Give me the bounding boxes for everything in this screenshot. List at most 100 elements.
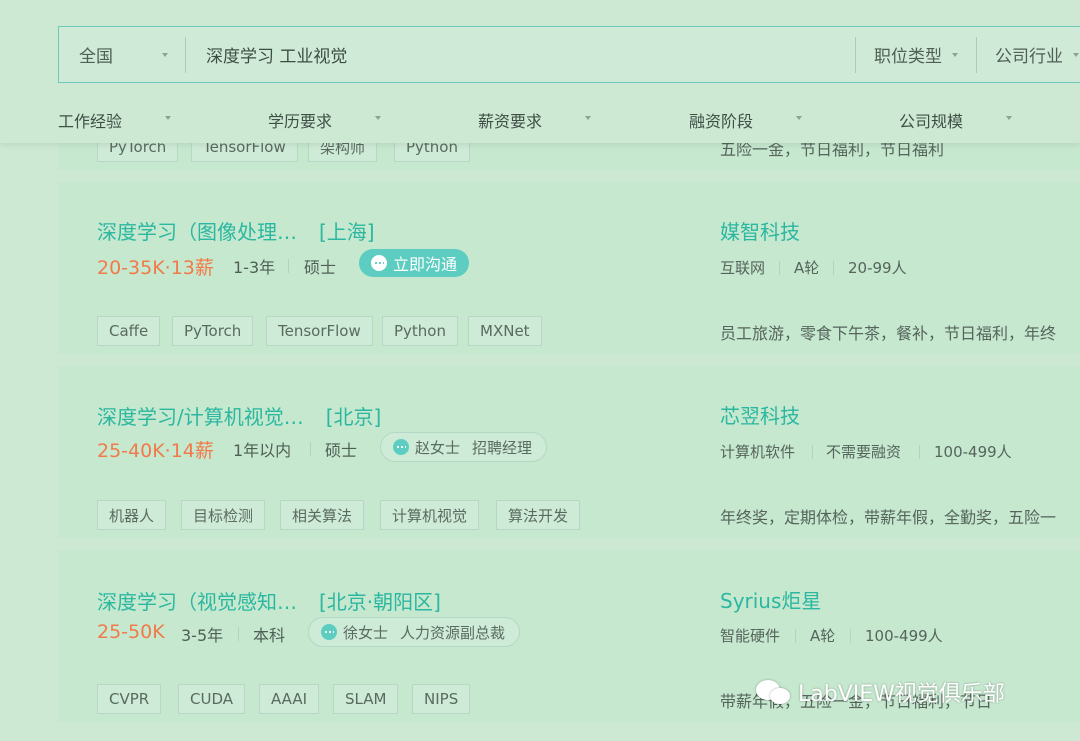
skill-tag[interactable]: AAAI: [259, 684, 320, 714]
skill-tag[interactable]: 算法开发: [496, 500, 581, 530]
meta-separator: [833, 261, 834, 275]
meta-separator: [779, 261, 780, 275]
job-education: 硕士: [325, 441, 358, 460]
company-industry: 计算机软件: [720, 443, 796, 461]
company-benefits: 员工旅游，零食下午茶，餐补，节日福利，年终: [720, 324, 1057, 343]
filter-education[interactable]: 学历要求: [268, 108, 381, 132]
recruiter-contact[interactable]: 徐女士 人力资源副总裁: [308, 617, 521, 647]
chat-bubble-icon: [371, 255, 387, 271]
recruiter-name: 赵女士: [415, 438, 461, 457]
recruiter-role: 招聘经理: [472, 438, 533, 457]
recruiter-contact[interactable]: 赵女士 招聘经理: [380, 432, 548, 462]
meta-separator: [919, 445, 920, 459]
company-funding: A轮: [810, 627, 836, 645]
job-education: 本科: [253, 626, 286, 645]
skill-tag[interactable]: PyTorch: [172, 316, 254, 346]
job-experience: 3-5年: [181, 626, 224, 645]
chat-now-label: 立即沟通: [393, 255, 458, 274]
job-title[interactable]: 深度学习（视觉感知…: [97, 590, 297, 614]
filter-label: 融资阶段: [689, 112, 754, 131]
skill-tag[interactable]: NIPS: [412, 684, 471, 714]
job-salary: 25-40K·14薪: [97, 440, 214, 462]
company-size: 100-499人: [865, 627, 943, 645]
company-funding: 不需要融资: [826, 443, 902, 461]
job-salary: 25-50K: [97, 621, 165, 643]
company-name[interactable]: Syrius炬星: [720, 585, 821, 614]
job-title[interactable]: 深度学习（图像处理…: [97, 220, 297, 244]
skill-tag[interactable]: 相关算法: [280, 500, 365, 530]
job-location: [上海]: [319, 220, 375, 244]
search-bar: 全国 深度学习 工业视觉 职位类型 公司行业: [58, 26, 1080, 83]
recruiter-role: 人力资源副总裁: [400, 623, 506, 642]
search-input[interactable]: 深度学习 工业视觉: [186, 42, 855, 67]
company-benefits: 年终奖，定期体检，带薪年假，全勤奖，五险一: [720, 508, 1057, 527]
company-industry: 智能硬件: [720, 627, 781, 645]
meta-separator: [795, 629, 796, 643]
filter-label: 学历要求: [268, 112, 333, 131]
skill-tag[interactable]: CUDA: [178, 684, 246, 714]
job-title-link[interactable]: 深度学习/计算机视觉… [北京]: [97, 401, 381, 430]
job-title-link[interactable]: 深度学习（图像处理… [上海]: [97, 216, 375, 245]
recruiter-name: 徐女士: [343, 623, 389, 642]
job-location: [北京·朝阳区]: [319, 590, 441, 614]
chat-bubble-icon: [393, 439, 409, 455]
filter-funding[interactable]: 融资阶段: [689, 108, 802, 132]
watermark: LabVIEW视觉俱乐部: [756, 676, 1005, 708]
company-size: 100-499人: [934, 443, 1012, 461]
filter-salary[interactable]: 薪资要求: [478, 108, 591, 132]
skill-tag[interactable]: Python: [382, 316, 458, 346]
job-experience: 1年以内: [233, 441, 292, 460]
wechat-icon: [756, 678, 792, 706]
company-name[interactable]: 芯翌科技: [720, 400, 800, 429]
skill-tag[interactable]: 目标检测: [181, 500, 266, 530]
filter-experience[interactable]: 工作经验: [58, 108, 171, 132]
chevron-down-icon: [165, 116, 171, 120]
skill-tag[interactable]: TensorFlow: [266, 316, 373, 346]
chevron-down-icon: [162, 53, 168, 57]
company-size: 20-99人: [848, 259, 907, 277]
meta-separator: [310, 442, 311, 456]
skill-tag[interactable]: SLAM: [333, 684, 399, 714]
skill-tag[interactable]: 计算机视觉: [380, 500, 480, 530]
job-card[interactable]: 深度学习（图像处理… [上海] 20-35K·13薪 1-3年 硕士 立即沟通 媒…: [58, 182, 1080, 354]
meta-separator: [850, 629, 851, 643]
chevron-down-icon: [952, 52, 958, 57]
skill-tag[interactable]: 机器人: [97, 500, 167, 530]
chevron-down-icon: [375, 116, 381, 120]
job-experience: 1-3年: [233, 258, 276, 277]
skill-tag[interactable]: MXNet: [468, 316, 542, 346]
job-salary: 20-35K·13薪: [97, 257, 214, 279]
industry-label: 公司行业: [995, 47, 1063, 67]
meta-separator: [288, 259, 289, 273]
chevron-down-icon: [1006, 116, 1012, 120]
chevron-down-icon: [1073, 52, 1079, 57]
city-selector[interactable]: 全国: [59, 27, 185, 82]
city-label: 全国: [79, 47, 113, 67]
filter-label: 薪资要求: [478, 112, 543, 131]
skill-tag[interactable]: CVPR: [97, 684, 162, 714]
filter-label: 公司规模: [899, 112, 964, 131]
chat-bubble-icon: [321, 624, 337, 640]
meta-separator: [238, 627, 239, 641]
company-industry: 互联网: [720, 259, 766, 277]
meta-separator: [812, 445, 813, 459]
job-education: 硕士: [304, 258, 337, 277]
job-type-dropdown[interactable]: 职位类型: [856, 27, 976, 82]
job-type-label: 职位类型: [874, 47, 942, 67]
skill-tag[interactable]: Caffe: [97, 316, 161, 346]
filter-bar: 工作经验 学历要求 薪资要求 融资阶段 公司规模: [0, 100, 1080, 136]
company-name[interactable]: 媒智科技: [720, 216, 800, 245]
job-card[interactable]: 深度学习/计算机视觉… [北京] 25-40K·14薪 1年以内 硕士 赵女士 招…: [58, 366, 1080, 538]
job-title-link[interactable]: 深度学习（视觉感知… [北京·朝阳区]: [97, 586, 441, 615]
chevron-down-icon: [796, 116, 802, 120]
company-funding: A轮: [794, 259, 820, 277]
industry-dropdown[interactable]: 公司行业: [977, 27, 1080, 82]
job-title[interactable]: 深度学习/计算机视觉…: [97, 405, 304, 429]
job-location: [北京]: [325, 405, 382, 429]
chevron-down-icon: [585, 116, 591, 120]
filter-company-size[interactable]: 公司规模: [899, 108, 1012, 132]
watermark-text: LabVIEW视觉俱乐部: [798, 682, 1005, 707]
filter-label: 工作经验: [58, 112, 123, 131]
chat-now-button[interactable]: 立即沟通: [359, 249, 470, 277]
search-header: 全国 深度学习 工业视觉 职位类型 公司行业 工作经验 学历要求 薪资要求 融资…: [0, 0, 1080, 143]
